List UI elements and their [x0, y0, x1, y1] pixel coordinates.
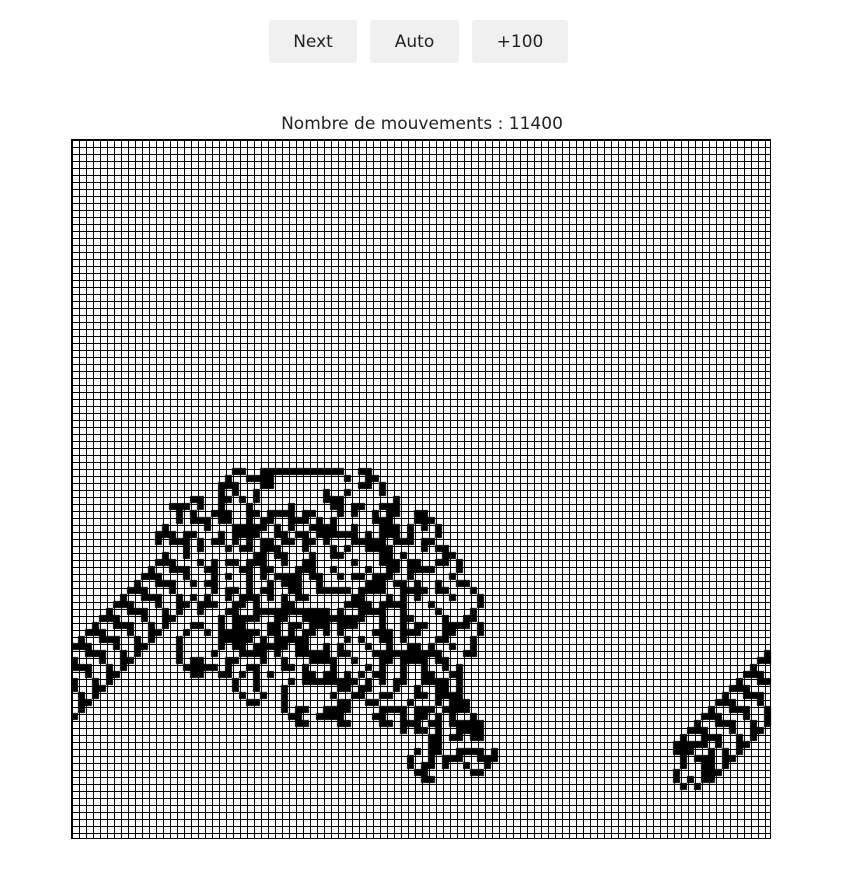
move-counter: Nombre de mouvements : 11400	[281, 114, 563, 134]
next-button[interactable]: Next	[269, 20, 357, 63]
auto-button[interactable]: Auto	[370, 20, 459, 63]
toolbar: Next Auto +100	[0, 20, 844, 63]
plus-100-button[interactable]: +100	[472, 20, 568, 63]
grid-cells-canvas	[72, 140, 772, 840]
ant-grid[interactable]	[71, 139, 772, 840]
